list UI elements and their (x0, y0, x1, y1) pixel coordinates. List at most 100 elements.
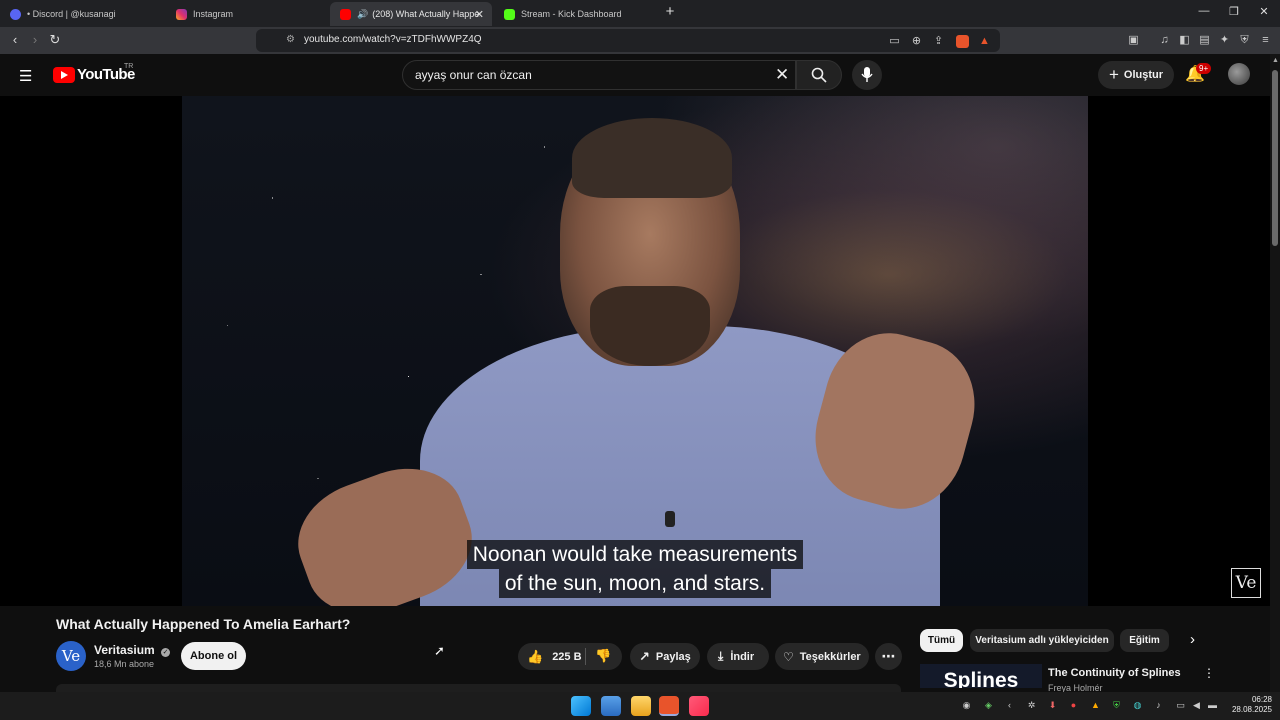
search-input[interactable]: ayyaş onur can özcan ✕ (402, 60, 796, 90)
caption-line-2: of the sun, moon, and stars. (498, 569, 772, 598)
channel-name[interactable]: Veritasium ✓ (94, 643, 171, 657)
channel-watermark[interactable]: Ve (1231, 568, 1261, 598)
youtube-logo-icon[interactable] (53, 67, 75, 83)
brave-browser-icon[interactable] (659, 696, 679, 716)
verified-icon: ✓ (161, 648, 171, 657)
recommended-video-thumbnail[interactable]: Splines (920, 664, 1042, 688)
start-menu-icon[interactable] (571, 696, 591, 716)
url-text[interactable]: youtube.com/watch?v=zTDFhWWPZ4Q (304, 34, 482, 45)
zoom-icon[interactable]: ⊕ (910, 35, 923, 48)
site-info-icon[interactable]: ⚙ (286, 34, 295, 45)
recommended-video-title[interactable]: The Continuity of Splines (1048, 667, 1181, 679)
scrollbar-thumb[interactable] (1272, 70, 1278, 246)
reload-icon[interactable]: ↻ (47, 32, 63, 48)
thanks-label: Teşekkürler (799, 650, 861, 663)
tray-network-icon[interactable]: ▭ (1175, 700, 1186, 711)
brave-rewards-icon[interactable]: ▲ (978, 35, 991, 48)
chips-next-icon[interactable]: › (1190, 631, 1195, 648)
new-tab-button[interactable]: + (660, 3, 680, 20)
create-label: Oluştur (1123, 69, 1164, 81)
browser-toolbar: ‹ › ↻ ⎕ ⚙ youtube.com/watch?v=zTDFhWWPZ4… (0, 27, 1280, 54)
chip-all[interactable]: Tümü (920, 629, 963, 652)
chip-education[interactable]: Eğitim (1120, 629, 1169, 652)
clear-search-icon[interactable]: ✕ (775, 65, 789, 85)
search-button[interactable] (796, 60, 842, 90)
tray-nvidia-icon[interactable]: ◈ (983, 700, 994, 711)
close-tab-icon[interactable]: ✕ (475, 8, 484, 21)
search-query-text[interactable]: ayyaş onur can özcan (415, 68, 532, 82)
divider (585, 648, 586, 665)
scroll-up-icon[interactable]: ▲ (1272, 57, 1279, 64)
download-button[interactable]: ⤓ İndir (707, 643, 769, 670)
tray-bug-icon[interactable]: ✲ (1026, 700, 1037, 711)
video-player[interactable]: Noonan would take measurements of the su… (0, 96, 1270, 606)
dislike-icon[interactable]: 👎 (595, 648, 611, 664)
system-clock[interactable]: 06:28 28.08.2025 (1226, 695, 1272, 715)
subscribe-button[interactable]: Abone ol (181, 642, 246, 670)
tray-mic-icon[interactable]: ♪ (1153, 700, 1164, 711)
page-scrollbar[interactable]: ▲ (1270, 54, 1280, 692)
description-box[interactable] (56, 684, 901, 692)
restore-icon[interactable]: ❐ (1224, 5, 1244, 18)
create-button[interactable]: + Oluştur (1098, 61, 1174, 89)
discord-icon (10, 8, 21, 20)
download-label: İndir (730, 650, 755, 663)
voice-search-button[interactable] (852, 60, 882, 90)
channel-name-text[interactable]: Veritasium (94, 643, 155, 657)
tray-shield-icon[interactable]: ⛨ (1111, 700, 1122, 711)
avatar[interactable] (1228, 63, 1250, 85)
video-subject-hair (572, 118, 732, 198)
file-explorer-icon[interactable] (631, 696, 651, 716)
tab-kick[interactable]: Stream - Kick Dashboard (494, 2, 660, 26)
brave-shields-icon[interactable] (956, 35, 969, 48)
menu-icon[interactable]: ≡ (1259, 34, 1272, 47)
channel-avatar[interactable]: Ve (56, 641, 86, 671)
more-actions-icon[interactable]: ⋯ (875, 643, 902, 670)
tray-warning-icon[interactable]: ▲ (1090, 700, 1101, 711)
clock-date: 28.08.2025 (1231, 705, 1272, 714)
kick-icon (504, 8, 515, 20)
share-button[interactable]: ↗ Paylaş (630, 643, 700, 670)
music-app-icon[interactable] (689, 696, 709, 716)
screenshot-icon[interactable]: ▣ (1127, 34, 1140, 47)
taskbar: ◉ ◈ ‹ ✲ ⬇ ● ▲ ⛨ ◍ ♪ ▭ ◀ ▬ 06:28 28.08.20… (0, 692, 1280, 720)
cast-icon[interactable]: ▭ (888, 35, 901, 48)
like-dislike-group: 👍 225 B 👎 (518, 643, 622, 670)
wallet-icon[interactable]: ▤ (1198, 34, 1211, 47)
tray-globe-icon[interactable]: ◍ (1132, 700, 1143, 711)
like-icon[interactable]: 👍 (527, 649, 543, 665)
tab-label: Stream - Kick Dashboard (521, 9, 622, 19)
microphone-icon (861, 67, 873, 82)
back-icon[interactable]: ‹ (7, 32, 23, 47)
tray-download-icon[interactable]: ⬇ (1047, 700, 1058, 711)
tray-record-icon[interactable]: ● (1068, 700, 1079, 711)
share-label: Paylaş (655, 650, 691, 663)
hamburger-menu-icon[interactable]: ☰ (19, 67, 32, 85)
video-title: What Actually Happened To Amelia Earhart… (56, 616, 351, 632)
vpn-icon[interactable]: ⛨ (1238, 34, 1251, 47)
address-bar[interactable]: ⚙ youtube.com/watch?v=zTDFhWWPZ4Q ▭ ⊕ ⇪ … (256, 29, 1000, 52)
sidebar-icon[interactable]: ◧ (1178, 34, 1191, 47)
share-page-icon[interactable]: ⇪ (932, 35, 945, 48)
tray-chevron-icon[interactable]: ‹ (1004, 700, 1015, 711)
tray-battery-icon[interactable]: ▬ (1207, 700, 1218, 711)
media-icon[interactable]: ♫ (1158, 34, 1171, 47)
tab-instagram[interactable]: Instagram (166, 2, 332, 26)
browser-tab-strip: • Discord | @kusanagi Instagram 🔊 (208) … (0, 0, 1280, 27)
widgets-icon[interactable] (601, 696, 621, 716)
recommended-more-icon[interactable]: ⋮ (1203, 666, 1215, 680)
forward-icon[interactable]: › (27, 32, 43, 47)
leo-ai-icon[interactable]: ✦ (1218, 34, 1231, 47)
tray-volume-icon[interactable]: ◀ (1191, 700, 1202, 711)
plus-icon: + (1108, 65, 1119, 84)
tab-label: Instagram (193, 9, 234, 19)
tab-youtube-video[interactable]: 🔊 (208) What Actually Happene ✕ (330, 2, 492, 26)
minimize-icon[interactable]: — (1194, 5, 1214, 17)
like-count[interactable]: 225 B (552, 651, 581, 663)
tab-discord[interactable]: • Discord | @kusanagi (0, 2, 166, 26)
tray-app-icon[interactable]: ◉ (961, 700, 972, 711)
close-window-icon[interactable]: ✕ (1254, 5, 1274, 18)
chip-from-uploader[interactable]: Veritasium adlı yükleyiciden (970, 629, 1114, 652)
thanks-button[interactable]: ♡ Teşekkürler (775, 643, 869, 670)
caption-line-1: Noonan would take measurements (466, 540, 804, 569)
